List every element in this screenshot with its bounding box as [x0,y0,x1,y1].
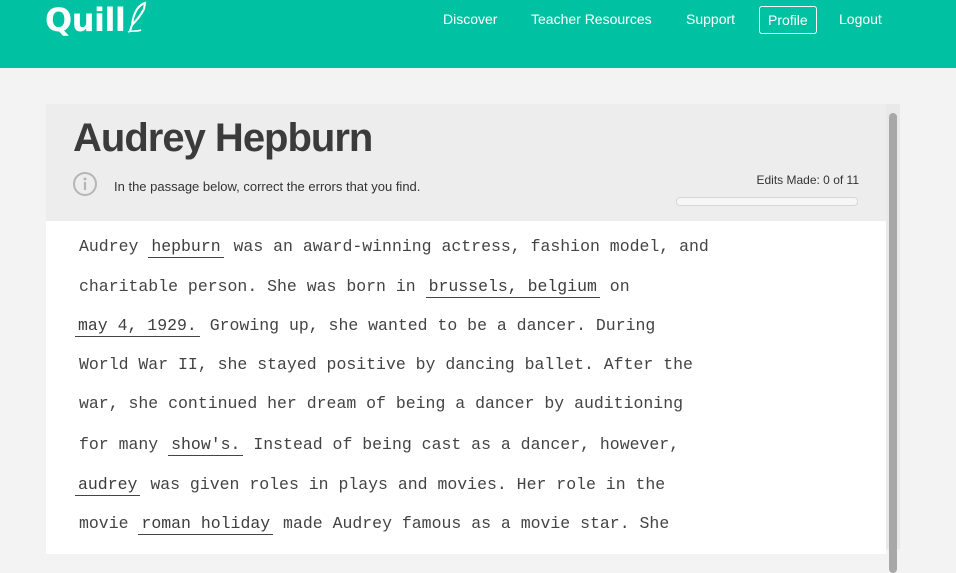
passage-text: Audrey [79,237,149,256]
passage-text: on [599,276,630,296]
nav-discover[interactable]: Discover [443,6,497,32]
passage-line: audrey was given roles in plays and movi… [75,474,879,516]
nav-profile[interactable]: Profile [759,6,817,34]
page-title: Audrey Hepburn [73,116,373,160]
scrollbar-thumb[interactable] [889,113,897,573]
passage-text: for many [79,434,169,454]
editable-word[interactable]: roman holiday [138,514,274,536]
main-nav: Discover Teacher Resources Support Profi… [0,6,956,34]
top-navigation-bar: Quill Discover Teacher Resources Support… [0,0,956,68]
edits-made-counter: Edits Made: 0 of 11 [756,173,859,187]
passage-text: war, she continued her dream of being a … [79,394,683,414]
passage-text: Growing up, she wanted to be a dancer. D… [199,316,656,336]
editable-word[interactable]: may 4, 1929. [75,316,200,338]
nav-teacher-resources[interactable]: Teacher Resources [531,6,652,32]
activity-header: Audrey Hepburn In the passage below, cor… [46,104,886,221]
passage-text: charitable person. She was born in [79,276,426,296]
edits-progress-bar [676,197,858,206]
passage-line: war, she continued her dream of being a … [79,396,879,436]
editable-word[interactable]: brussels, belgium [425,277,600,298]
editable-word[interactable]: hepburn [148,237,224,258]
scrollbar[interactable] [886,104,900,573]
passage-line: for many show's. Instead of being cast a… [79,434,879,476]
proofreading-passage: Audrey hepburn was an award-winning actr… [75,237,879,555]
passage-text: movie [79,514,139,534]
info-icon [73,172,97,196]
passage-text: World War II, she stayed positive by dan… [79,354,693,374]
passage-line: Audrey hepburn was an award-winning actr… [79,237,879,278]
editable-word[interactable]: audrey [75,475,141,496]
instructions-text: In the passage below, correct the errors… [114,179,421,194]
passage-line: may 4, 1929. Growing up, she wanted to b… [75,316,879,357]
passage-text: Instead of being cast as a dancer, howev… [243,434,680,454]
nav-support[interactable]: Support [686,6,735,32]
passage-text: was given roles in plays and movies. Her… [140,474,666,494]
passage-text: made Audrey famous as a movie star. She [273,514,670,534]
passage-line: World War II, she stayed positive by dan… [79,354,879,397]
passage-text: was an award-winning actress, fashion mo… [223,237,709,256]
passage-line: charitable person. She was born in bruss… [79,276,879,318]
editable-word[interactable]: show's. [168,435,244,456]
nav-logout[interactable]: Logout [839,6,882,32]
